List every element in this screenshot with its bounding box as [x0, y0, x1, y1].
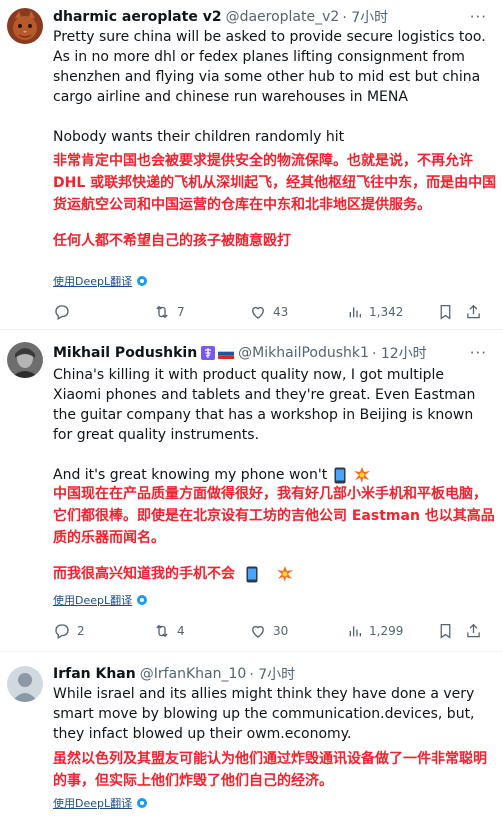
translation-text: 中国现在在产品质量方面做得很好，我有好几部小米手机和平板电脑，它们都很棒。即使是… — [53, 483, 497, 585]
tweet-paragraph-text: And it's great knowing my phone won't — [53, 467, 328, 483]
bookmark-button[interactable] — [437, 622, 465, 640]
retweet-icon — [156, 305, 168, 319]
author-name[interactable]: dharmic aeroplate v2 — [53, 9, 222, 25]
more-options-icon[interactable]: ··· — [470, 8, 487, 26]
share-button[interactable] — [465, 622, 482, 640]
views-chart-icon — [349, 626, 361, 637]
like-count: 30 — [273, 624, 289, 638]
views-button[interactable]: 1,299 — [347, 623, 437, 639]
gear-icon[interactable] — [136, 275, 148, 287]
russia-flag-icon — [218, 347, 235, 359]
action-bar: 2 4 30 1,299 — [53, 620, 491, 642]
like-button[interactable]: 43 — [249, 303, 347, 321]
gear-icon[interactable] — [136, 594, 148, 606]
bookmark-icon — [440, 623, 451, 639]
author-name[interactable]: Irfan Khan — [53, 666, 136, 682]
reply-count: 2 — [77, 624, 85, 638]
bookmark-icon — [440, 304, 451, 320]
heart-icon — [252, 625, 264, 638]
retweet-count: 7 — [177, 305, 185, 319]
tweet-text: While israel and its allies might think … — [53, 684, 493, 744]
tweet-1[interactable]: dharmic aeroplate v2 @daeroplate_v2 · 7小… — [0, 0, 503, 326]
like-button[interactable]: 30 — [249, 622, 347, 640]
mobile-phone-icon — [334, 467, 346, 484]
tweet-paragraph: China's killing it with product quality … — [53, 367, 476, 443]
translate-link[interactable]: 使用DeepL翻译 — [53, 795, 148, 811]
views-button[interactable]: 1,342 — [347, 304, 437, 320]
tweet-text: China's killing it with product quality … — [53, 365, 493, 485]
translate-link[interactable]: 使用DeepL翻译 — [53, 273, 148, 289]
more-options-icon[interactable]: ··· — [470, 344, 487, 362]
retweet-count: 4 — [177, 624, 185, 638]
default-avatar-icon — [7, 666, 43, 702]
timestamp[interactable]: · 7小时 — [249, 664, 295, 684]
translate-label[interactable]: 使用DeepL翻译 — [53, 273, 132, 289]
avatar[interactable] — [7, 342, 43, 378]
author-handle[interactable]: @daeroplate_v2 — [226, 9, 340, 25]
tweet-paragraph: Nobody wants their children randomly hit — [53, 129, 345, 145]
avatar[interactable] — [7, 666, 43, 702]
author-handle[interactable]: @MikhailPodushk1 — [238, 345, 369, 361]
translation-paragraph-text: 而我很高兴知道我的手机不会 — [53, 566, 235, 582]
tweet-paragraph: And it's great knowing my phone won't — [53, 465, 493, 485]
tweet-3[interactable]: Irfan Khan @IrfanKhan_10 · 7小时 While isr… — [0, 652, 503, 824]
tweet-paragraph: Pretty sure china will be asked to provi… — [53, 29, 486, 105]
reply-button[interactable]: 2 — [53, 622, 153, 640]
translation-paragraph: 而我很高兴知道我的手机不会 — [53, 563, 497, 585]
translate-label[interactable]: 使用DeepL翻译 — [53, 592, 132, 608]
translation-text: 非常肯定中国也会被要求提供安全的物流保障。也就是说，不再允许 DHL 或联邦快递… — [53, 150, 497, 252]
author-handle[interactable]: @IrfanKhan_10 — [140, 666, 247, 682]
collision-icon — [276, 566, 293, 582]
mobile-phone-icon — [246, 566, 258, 583]
heart-icon — [252, 306, 264, 319]
timestamp[interactable]: · 7小时 — [342, 7, 388, 27]
translate-link[interactable]: 使用DeepL翻译 — [53, 592, 148, 608]
share-icon — [467, 304, 480, 319]
translation-paragraph: 任何人都不希望自己的孩子被随意殴打 — [53, 233, 291, 249]
translation-text: 虽然以色列及其盟友可能认为他们通过炸毁通讯设备做了一件非常聪明的事，但实际上他们… — [53, 748, 497, 792]
action-bar: 7 43 1,342 — [53, 301, 491, 323]
views-count: 1,342 — [369, 305, 404, 319]
gear-icon[interactable] — [136, 797, 148, 809]
reply-icon — [55, 624, 69, 639]
collision-icon — [354, 467, 371, 483]
orthodox-cross-icon — [201, 346, 216, 360]
retweet-button[interactable]: 7 — [153, 303, 249, 321]
retweet-icon — [156, 624, 168, 638]
like-count: 43 — [273, 305, 289, 319]
tweet-paragraph: While israel and its allies might think … — [53, 686, 475, 742]
reply-icon — [55, 305, 69, 320]
portrait-avatar-icon — [7, 342, 43, 378]
translation-paragraph: 虽然以色列及其盟友可能认为他们通过炸毁通讯设备做了一件非常聪明的事，但实际上他们… — [53, 751, 487, 789]
timestamp[interactable]: · 12小时 — [372, 343, 427, 363]
translate-label[interactable]: 使用DeepL翻译 — [53, 795, 132, 811]
tweet-text: Pretty sure china will be asked to provi… — [53, 27, 493, 147]
tweet-2[interactable]: Mikhail Podushkin @MikhailPodushk1 · 12小… — [0, 330, 503, 650]
translation-paragraph: 非常肯定中国也会被要求提供安全的物流保障。也就是说，不再允许 DHL 或联邦快递… — [53, 153, 497, 213]
retweet-button[interactable]: 4 — [153, 622, 249, 640]
cat-avatar-icon — [7, 8, 43, 44]
profile-badges — [201, 346, 235, 360]
views-count: 1,299 — [369, 624, 404, 638]
bookmark-button[interactable] — [437, 303, 465, 321]
translation-paragraph: 中国现在在产品质量方面做得很好，我有好几部小米手机和平板电脑，它们都很棒。即使是… — [53, 486, 495, 546]
reply-button[interactable] — [53, 303, 153, 321]
views-chart-icon — [349, 307, 361, 318]
avatar[interactable] — [7, 8, 43, 44]
author-name[interactable]: Mikhail Podushkin — [53, 345, 197, 361]
share-button[interactable] — [465, 303, 482, 321]
share-icon — [467, 623, 480, 638]
